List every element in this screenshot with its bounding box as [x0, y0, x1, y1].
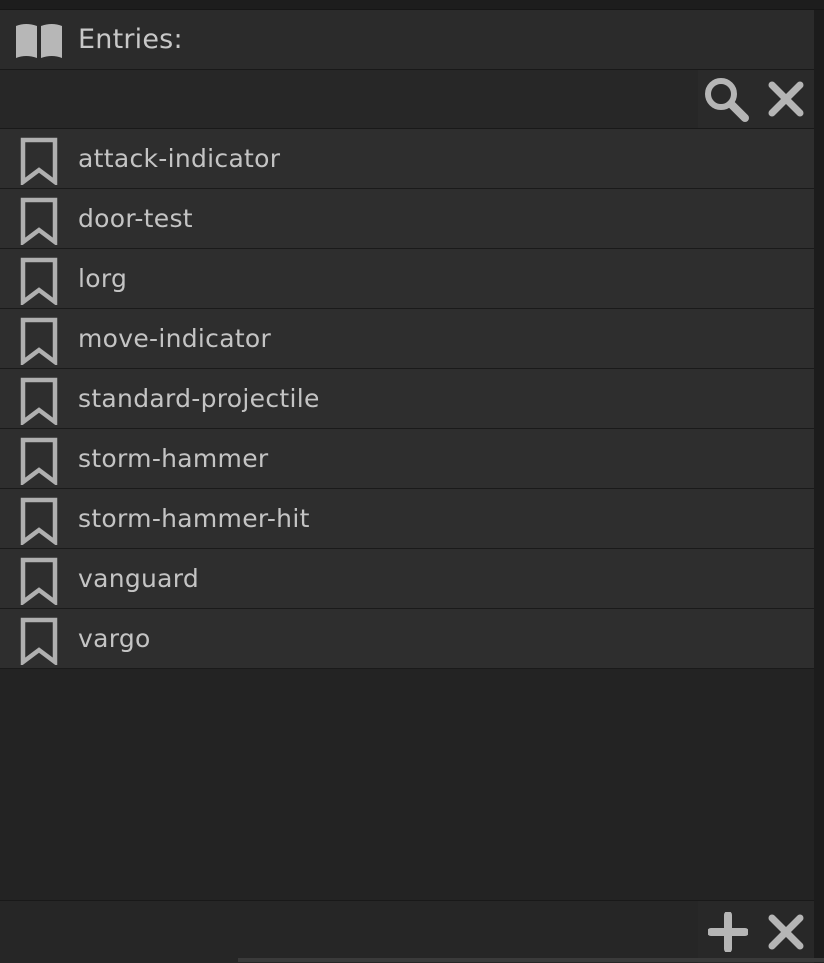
close-icon: [768, 81, 804, 117]
panel-footer: [0, 900, 814, 963]
bookmark-icon: [20, 437, 58, 485]
list-item[interactable]: lorg: [0, 249, 814, 309]
list-item[interactable]: move-indicator: [0, 309, 814, 369]
list-item-label: storm-hammer: [78, 444, 269, 473]
search-button[interactable]: [700, 73, 752, 125]
scrollbar-track[interactable]: [814, 10, 824, 962]
add-entry-button[interactable]: [702, 906, 754, 958]
list-item-label: standard-projectile: [78, 384, 320, 413]
book-icon: [16, 23, 62, 58]
bookmark-icon: [20, 257, 58, 305]
list-item[interactable]: vargo: [0, 609, 814, 669]
bookmark-icon: [20, 197, 58, 245]
bookmark-icon: [20, 617, 58, 665]
bottom-divider: [238, 958, 824, 962]
panel-title: Entries:: [78, 24, 183, 55]
list-item[interactable]: storm-hammer-hit: [0, 489, 814, 549]
list-item[interactable]: storm-hammer: [0, 429, 814, 489]
search-input[interactable]: [0, 70, 698, 128]
list-item-label: storm-hammer-hit: [78, 504, 310, 533]
footer-spacer: [0, 901, 698, 963]
clear-search-button[interactable]: [760, 73, 812, 125]
list-item[interactable]: attack-indicator: [0, 129, 814, 189]
bookmark-icon: [20, 377, 58, 425]
list-item-label: attack-indicator: [78, 144, 281, 173]
panel-top-edge: [0, 0, 824, 10]
list-item[interactable]: vanguard: [0, 549, 814, 609]
plus-icon: [708, 912, 748, 952]
bookmark-icon: [20, 497, 58, 545]
panel-header: Entries:: [0, 10, 814, 70]
list-item-label: vanguard: [78, 564, 200, 593]
list-item-label: move-indicator: [78, 324, 272, 353]
search-icon: [705, 78, 749, 122]
entries-panel: Entries: attack-indicator door-test lorg…: [0, 0, 824, 963]
remove-entry-button[interactable]: [760, 906, 812, 958]
list-item-label: door-test: [78, 204, 193, 233]
bookmark-icon: [20, 317, 58, 365]
bookmark-icon: [20, 137, 58, 185]
list-item[interactable]: standard-projectile: [0, 369, 814, 429]
close-icon: [768, 914, 804, 950]
bookmark-icon: [20, 557, 58, 605]
list-item-label: vargo: [78, 624, 151, 653]
search-bar: [0, 70, 814, 129]
list-item-label: lorg: [78, 264, 128, 293]
list-item[interactable]: door-test: [0, 189, 814, 249]
entries-list: attack-indicator door-test lorg move-ind…: [0, 129, 814, 669]
